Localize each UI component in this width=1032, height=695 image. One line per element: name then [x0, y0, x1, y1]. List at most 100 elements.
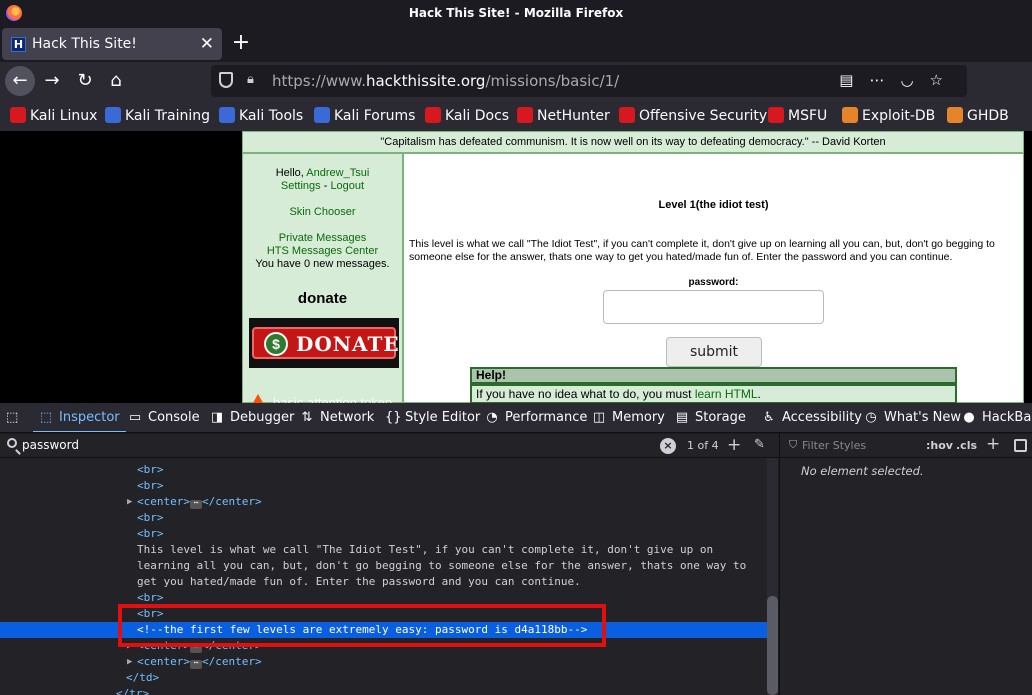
devtools-tab-network[interactable]: ⇅ Network	[300, 403, 375, 432]
help-heading: Help!	[470, 367, 957, 384]
level-description: This level is what we call "The Idiot Te…	[409, 238, 995, 263]
tab-title: Hack This Site!	[32, 36, 137, 52]
hackbar-icon: ●	[963, 410, 975, 425]
markup-node[interactable]: get you hated/made fun of. Enter the pas…	[0, 574, 767, 590]
element-picker-icon[interactable]: ⬚	[6, 403, 18, 432]
markup-node[interactable]: </tr>	[0, 686, 767, 695]
home-button[interactable]: ⌂	[101, 66, 131, 96]
bookmark-kali-training[interactable]: Kali Training	[105, 107, 210, 124]
username-link[interactable]: Andrew_Tsui	[306, 167, 369, 179]
page-actions-icon[interactable]: ⋯	[869, 71, 900, 89]
bookmark-nethunter[interactable]: NetHunter	[517, 107, 610, 124]
devtools-tab-storage[interactable]: ▤ Storage	[675, 403, 746, 432]
devtools-tab-debugger[interactable]: ◨ Debugger	[210, 403, 295, 432]
tab-hack-this-site[interactable]: H Hack This Site! ✕	[2, 28, 222, 60]
devtools-tab-style-editor[interactable]: {} Style Editor	[385, 403, 480, 432]
bookmark-ghdb[interactable]: GHDB	[947, 107, 1009, 124]
bookmark-star-icon[interactable]: ☆	[930, 71, 959, 89]
close-tab-icon[interactable]: ✕	[200, 34, 214, 54]
console-icon: ▭	[128, 410, 142, 425]
add-node-button[interactable]: +	[727, 435, 741, 455]
markup-node[interactable]: ▶ <center> ⋯ </center>	[0, 494, 767, 510]
private-messages-link[interactable]: Private Messages	[243, 232, 402, 244]
markup-view: <br> <br> ▶ <center> ⋯ </center> <br> <br> This …	[0, 458, 767, 695]
tracking-protection-icon[interactable]	[219, 72, 233, 88]
devtools-tab-memory[interactable]: ◫ Memory	[592, 403, 665, 432]
expand-node-icon[interactable]: ▶	[127, 654, 132, 670]
forward-button[interactable]: →	[37, 66, 67, 96]
expand-node-icon[interactable]: ▶	[127, 494, 132, 510]
logout-link[interactable]: Logout	[330, 180, 364, 192]
filter-icon: ⛉	[789, 438, 798, 451]
clear-search-icon[interactable]: ×	[660, 438, 676, 454]
back-button[interactable]: ←	[5, 66, 35, 96]
navigation-toolbar: ← → ↻ ⌂ 🔒︎ https://www.hackthissite.org/…	[0, 62, 1032, 100]
collapsed-ellipsis-icon[interactable]: ⋯	[189, 499, 202, 509]
skin-chooser-link[interactable]: Skin Chooser	[243, 206, 402, 218]
hov-toggle[interactable]: :hov	[926, 439, 953, 452]
learn-html-link[interactable]: learn HTML	[695, 387, 758, 401]
cls-toggle[interactable]: .cls	[956, 439, 977, 452]
devtools-tab-hackbar[interactable]: ● HackBar	[962, 403, 1032, 432]
add-rule-button[interactable]: +	[986, 434, 1000, 454]
msfu-icon	[768, 107, 784, 123]
eyedropper-icon[interactable]: ✎	[754, 437, 765, 452]
devtools-tab-performance[interactable]: ◔ Performance	[485, 403, 587, 432]
markup-node[interactable]: <br>	[0, 526, 767, 542]
collapsed-ellipsis-icon[interactable]: ⋯	[189, 659, 202, 669]
markup-node[interactable]: <br>	[0, 478, 767, 494]
reload-button[interactable]: ↻	[70, 66, 100, 96]
markup-node[interactable]: This level is what we call "The Idiot Te…	[0, 542, 767, 558]
performance-icon: ◔	[486, 410, 498, 425]
bookmark-kali-tools[interactable]: Kali Tools	[219, 107, 303, 124]
kali-docs-icon	[425, 107, 441, 123]
nethunter-icon	[517, 107, 533, 123]
scrollbar-thumb[interactable]	[767, 596, 778, 695]
style-editor-icon: {}	[385, 410, 402, 425]
storage-icon: ▤	[675, 410, 689, 425]
settings-link[interactable]: Settings	[281, 180, 321, 192]
devtools-tab-accessibility[interactable]: ♿ Accessibility	[762, 403, 862, 432]
devtools-tab-console[interactable]: ▭ Console	[128, 403, 200, 432]
kali-tools-icon	[219, 107, 235, 123]
bookmark-kali[interactable]: Kali Linux	[10, 107, 97, 124]
search-icon	[7, 438, 17, 448]
markup-node[interactable]: <br>	[0, 462, 767, 478]
markup-node[interactable]: <br>	[0, 510, 767, 526]
ghdb-icon	[947, 107, 963, 123]
page-viewport: "Capitalism has defeated communism. It i…	[0, 131, 1032, 403]
filter-styles-input[interactable]: Filter Styles	[802, 439, 866, 452]
bat-donate-link[interactable]: basic attention token	[249, 394, 392, 403]
pocket-icon[interactable]: ◡	[900, 71, 929, 89]
bookmark-msfu[interactable]: MSFU	[768, 107, 827, 124]
toggle-sidebar-icon[interactable]	[1014, 439, 1027, 452]
markup-node[interactable]: learning all you can, but, don't go begg…	[0, 558, 767, 574]
url-bar[interactable]: 🔒︎ https://www.hackthissite.org/missions…	[211, 65, 967, 97]
submit-button[interactable]: submit	[666, 337, 762, 367]
bookmark-kali-forums[interactable]: Kali Forums	[314, 107, 415, 124]
lock-icon[interactable]: 🔒︎	[247, 72, 254, 87]
hts-favicon-icon: H	[11, 37, 26, 52]
markup-scrollbar[interactable]	[767, 458, 778, 695]
markup-node[interactable]: ▶ <center> ⋯ </center>	[0, 654, 767, 670]
inspector-search-row: password × 1 of 4 + ✎ ⛉ Filter Styles :h…	[0, 434, 1032, 458]
devtools-tab-inspector[interactable]: ⬚ Inspector	[33, 403, 126, 432]
bookmark-offsec[interactable]: Offensive Security	[619, 107, 767, 124]
bat-triangle-icon	[249, 394, 267, 403]
html-search-input[interactable]: password	[22, 438, 79, 452]
devtools-tab-whats-new[interactable]: ◷ What's New	[864, 403, 961, 432]
rules-toolbar: ⛉ Filter Styles :hov .cls +	[779, 434, 1032, 458]
new-tab-button[interactable]: +	[228, 29, 254, 57]
markup-node[interactable]: </td>	[0, 670, 767, 686]
sidebar: Hello, Andrew_Tsui Settings - Logout Ski…	[242, 153, 403, 403]
donate-button[interactable]: $ DONATE	[249, 318, 399, 368]
bookmark-kali-docs[interactable]: Kali Docs	[425, 107, 509, 124]
reader-view-icon[interactable]: ▤	[839, 71, 869, 89]
debugger-icon: ◨	[210, 410, 224, 425]
url-text[interactable]: https://www.hackthissite.org/missions/ba…	[272, 72, 619, 90]
bookmark-exploitdb[interactable]: Exploit-DB	[842, 107, 935, 124]
password-input[interactable]	[603, 290, 824, 324]
highlight-annotation	[118, 604, 606, 647]
messages-center-link[interactable]: HTS Messages Center	[243, 245, 402, 257]
window-title: Hack This Site! - Mozilla Firefox	[408, 6, 624, 20]
